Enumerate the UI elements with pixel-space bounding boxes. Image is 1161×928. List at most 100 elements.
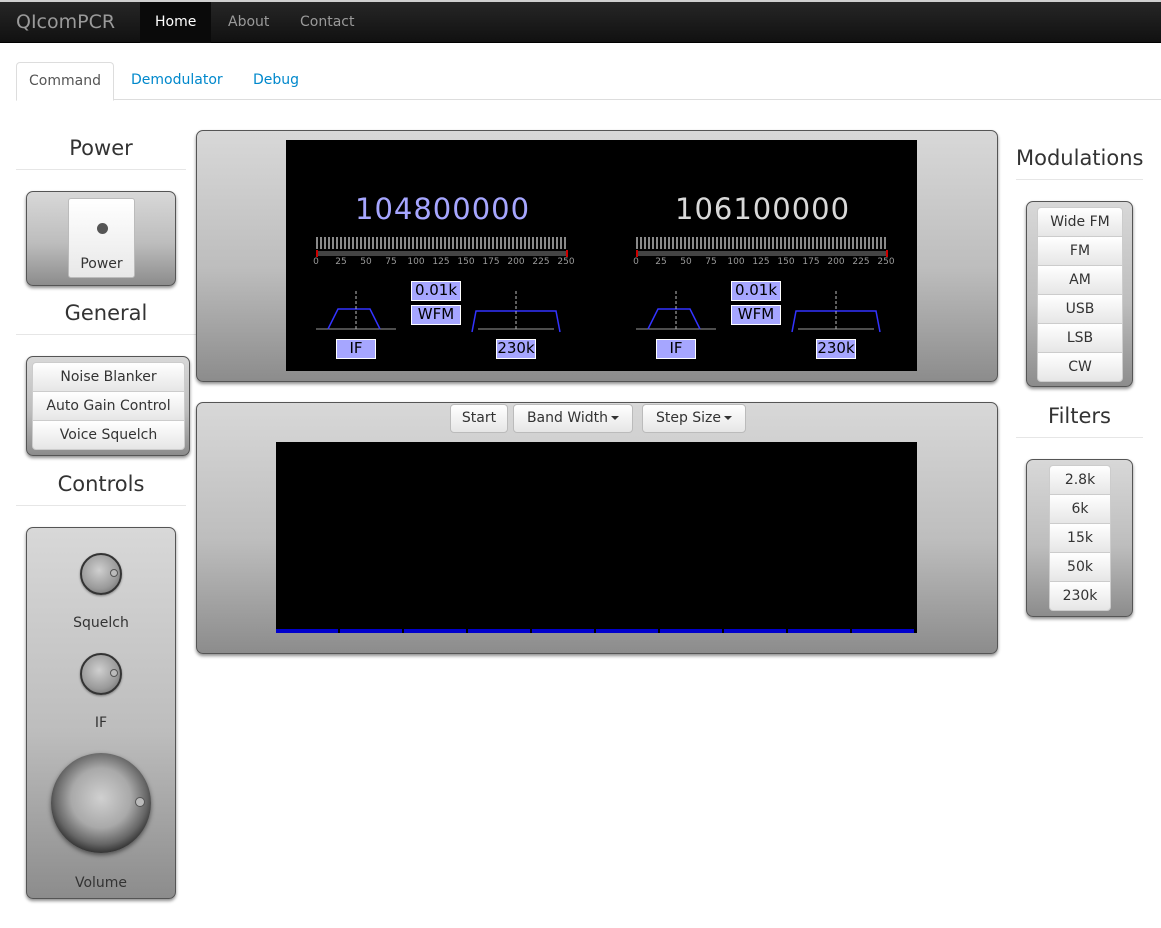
modulation-wide-fm-button[interactable]: Wide FM <box>1037 207 1123 237</box>
frequency-left: 104800000 <box>355 192 531 226</box>
voice-squelch-button[interactable]: Voice Squelch <box>32 420 185 450</box>
controls-heading: Controls <box>16 472 186 506</box>
spectrum-panel: Start Band Width Step Size <box>196 402 998 654</box>
noise-blanker-button[interactable]: Noise Blanker <box>32 362 185 392</box>
scale-label-left: 50 <box>360 257 372 267</box>
spectrum-segment <box>340 629 402 633</box>
nav-about[interactable]: About <box>213 2 284 43</box>
scale-label-left: 250 <box>557 257 575 267</box>
frequency-right: 106100000 <box>675 192 851 226</box>
power-panel: Power <box>26 191 176 286</box>
band-width-label: Band Width <box>526 410 609 426</box>
scale-bar-left <box>316 251 568 256</box>
spectrum-segment <box>276 629 338 633</box>
scale-ticks-right <box>636 237 888 249</box>
lcd-display: 104800000 0 25 50 75 100 125 150 175 200 225 250 0… <box>286 140 917 371</box>
controls-panel: Squelch IF Volume <box>26 527 176 899</box>
spectrum-segment <box>852 629 914 633</box>
scale-marker-left <box>316 250 318 257</box>
spectrum-segment <box>404 629 466 633</box>
scale-marker-right-end <box>886 250 888 257</box>
tab-debug[interactable]: Debug <box>241 62 311 100</box>
scale-label-right: 225 <box>852 257 870 267</box>
start-button[interactable]: Start <box>450 404 508 433</box>
modulation-cw-button[interactable]: CW <box>1037 352 1123 382</box>
if-filter-shape-left <box>316 291 396 330</box>
tab-bar: Command Demodulator Debug <box>16 62 1161 101</box>
squelch-knob[interactable] <box>80 553 122 595</box>
if-display-left: IF <box>336 339 376 359</box>
step-display-left: 0.01k <box>411 281 461 301</box>
nav-contact[interactable]: Contact <box>285 2 369 43</box>
tab-command[interactable]: Command <box>16 62 114 101</box>
scale-label-left: 225 <box>532 257 550 267</box>
step-display-right: 0.01k <box>731 281 781 301</box>
scale-label-left: 25 <box>335 257 347 267</box>
if-knob[interactable] <box>80 653 122 695</box>
bandwidth-shape-right <box>791 291 881 333</box>
mode-display-left: WFM <box>411 305 461 325</box>
filter-2-8k-button[interactable]: 2.8k <box>1049 465 1111 495</box>
modulation-am-button[interactable]: AM <box>1037 265 1123 295</box>
volume-knob[interactable] <box>51 753 151 853</box>
step-size-dropdown[interactable]: Step Size <box>642 404 746 433</box>
bandwidth-display-right: 230k <box>816 339 856 359</box>
scale-label-left: 200 <box>507 257 525 267</box>
power-heading: Power <box>16 136 186 170</box>
squelch-label: Squelch <box>73 615 129 631</box>
filters-panel: 2.8k 6k 15k 50k 230k <box>1026 459 1133 617</box>
step-size-label: Step Size <box>655 410 722 426</box>
scale-marker-right <box>636 250 638 257</box>
display-panel: 104800000 0 25 50 75 100 125 150 175 200 225 250 0… <box>196 130 998 382</box>
volume-knob-dot-icon <box>135 797 145 807</box>
general-panel: Noise Blanker Auto Gain Control Voice Sq… <box>26 356 190 456</box>
filter-50k-button[interactable]: 50k <box>1049 552 1111 582</box>
tab-demodulator[interactable]: Demodulator <box>119 62 235 100</box>
if-label: IF <box>94 715 108 731</box>
scale-label-right: 0 <box>633 257 639 267</box>
scale-label-right: 175 <box>802 257 820 267</box>
band-width-dropdown[interactable]: Band Width <box>513 404 633 433</box>
scale-label-right: 200 <box>827 257 845 267</box>
navbar: QIcomPCR Home About Contact <box>0 0 1161 43</box>
squelch-knob-dot-icon <box>110 569 118 577</box>
modulations-heading: Modulations <box>1016 146 1143 180</box>
scale-label-right: 75 <box>705 257 717 267</box>
scale-marker-left-end <box>566 250 568 257</box>
filter-15k-button[interactable]: 15k <box>1049 523 1111 553</box>
nav-home[interactable]: Home <box>140 2 212 43</box>
spectrum-segment <box>596 629 658 633</box>
if-filter-shape-right <box>636 291 716 330</box>
scale-ticks-left <box>316 237 568 249</box>
modulation-lsb-button[interactable]: LSB <box>1037 323 1123 353</box>
scale-label-right: 150 <box>777 257 795 267</box>
chevron-down-icon <box>724 416 733 420</box>
general-heading: General <box>16 301 196 335</box>
scale-label-right: 25 <box>655 257 667 267</box>
auto-gain-control-button[interactable]: Auto Gain Control <box>32 391 185 421</box>
spectrum-segment <box>660 629 722 633</box>
scale-label-right: 100 <box>727 257 745 267</box>
bandwidth-display-left: 230k <box>496 339 536 359</box>
filter-230k-button[interactable]: 230k <box>1049 581 1111 611</box>
power-button[interactable]: Power <box>68 198 135 278</box>
scale-label-left: 100 <box>407 257 425 267</box>
spectrum-display <box>276 442 917 633</box>
brand[interactable]: QIcomPCR <box>16 2 115 43</box>
power-led-icon <box>97 223 108 234</box>
scale-label-left: 0 <box>313 257 319 267</box>
modulation-fm-button[interactable]: FM <box>1037 236 1123 266</box>
filter-6k-button[interactable]: 6k <box>1049 494 1111 524</box>
chevron-down-icon <box>611 416 620 420</box>
mode-display-right: WFM <box>731 305 781 325</box>
modulation-usb-button[interactable]: USB <box>1037 294 1123 324</box>
modulations-panel: Wide FM FM AM USB LSB CW <box>1026 201 1133 387</box>
spectrum-segment <box>724 629 786 633</box>
spectrum-segment <box>532 629 594 633</box>
scale-label-left: 75 <box>385 257 397 267</box>
if-knob-dot-icon <box>110 669 118 677</box>
scale-label-right: 50 <box>680 257 692 267</box>
bandwidth-shape-left <box>471 291 561 333</box>
scale-label-right: 250 <box>877 257 895 267</box>
if-display-right: IF <box>656 339 696 359</box>
